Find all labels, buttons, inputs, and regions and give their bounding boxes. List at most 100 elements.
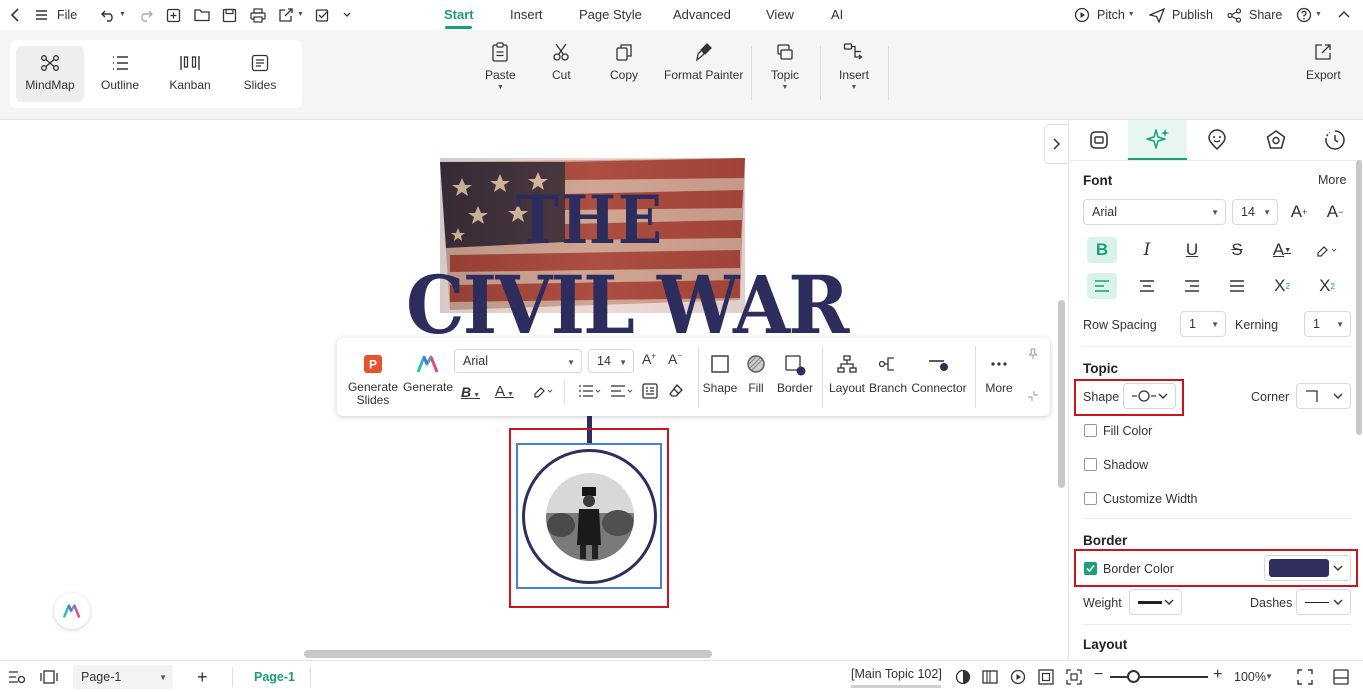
shape-select[interactable] [1123,383,1176,409]
clear-format-icon[interactable] [668,383,684,399]
font-family-select[interactable]: Arial ▼ [1083,199,1226,225]
theme-toggle-icon[interactable] [955,669,971,685]
panel-scrollbar[interactable] [1356,160,1362,435]
font-more-link[interactable]: More [1318,173,1346,187]
export-quick-button[interactable]: ▼ [278,5,304,25]
present-icon[interactable] [1010,669,1026,685]
border-color-checkbox[interactable] [1084,562,1097,575]
tab-insert[interactable]: Insert [510,7,543,22]
zoom-in-icon[interactable]: + [1213,666,1222,684]
zoom-slider-thumb[interactable] [1127,670,1140,683]
fit-page-icon[interactable] [1038,669,1054,685]
fullscreen-icon[interactable] [1297,669,1313,685]
redo-button[interactable] [138,5,154,25]
pin-icon[interactable] [1027,348,1039,360]
mindmap-canvas[interactable]: THE CIVIL WAR P Generate Slides Generate… [0,120,1068,660]
collapse-panel-button[interactable] [1044,124,1068,164]
task-button[interactable] [315,5,330,25]
strikethrough-icon[interactable]: S [1222,237,1252,263]
increase-font-size-icon[interactable]: A + [1284,199,1314,225]
ai-assistant-button[interactable] [54,593,90,629]
tab-start[interactable]: Start [444,7,474,22]
weight-select[interactable] [1129,589,1182,615]
align-icon[interactable] [610,384,634,398]
row-spacing-select[interactable]: 1 ▼ [1180,311,1226,337]
subscript-icon[interactable]: X2 [1312,273,1342,299]
view-slides[interactable]: Slides [226,46,294,102]
decrease-font-icon[interactable]: A− [668,351,682,367]
format-painter-button[interactable]: Format Painter [664,42,743,82]
corner-select[interactable] [1296,383,1351,409]
fill-button[interactable]: Fill [740,354,772,395]
pitch-button[interactable]: Pitch ▼ [1074,5,1135,25]
tab-view[interactable]: View [766,7,794,22]
font-color-icon[interactable]: A ▼ [1267,237,1297,263]
branch-button[interactable]: Branch [869,354,907,395]
page-panel-icon[interactable] [40,669,58,685]
topic-button[interactable]: Topic ▼ [771,42,799,91]
bold-icon[interactable]: B ▼ [461,384,480,400]
zoom-dropdown-icon[interactable]: ▼ [1265,672,1273,681]
tab-advanced[interactable]: Advanced [673,7,731,22]
font-size-select[interactable]: 14 ▼ [1232,199,1278,225]
kerning-select[interactable]: 1 ▼ [1304,311,1351,337]
civil-war-banner-image[interactable]: THE CIVIL WAR [390,150,849,352]
book-view-icon[interactable] [982,669,998,685]
bold-toggle-icon[interactable]: B [1087,237,1117,263]
more-quick-button[interactable] [342,5,352,25]
dashes-select[interactable] [1296,589,1351,615]
collapse-ribbon-button[interactable] [1337,5,1351,25]
text-box-icon[interactable] [642,383,658,399]
border-button[interactable]: Border [774,354,816,395]
zoom-level[interactable]: 100% [1234,670,1266,684]
border-color-picker[interactable] [1264,555,1351,581]
share-button[interactable]: Share [1227,5,1282,25]
publish-button[interactable]: Publish [1149,5,1213,25]
page-tab-1[interactable]: Page-1 [254,670,295,684]
new-button[interactable] [166,5,181,25]
more-button[interactable]: More [981,354,1017,395]
customize-width-checkbox[interactable] [1084,492,1097,505]
highlight-icon[interactable] [532,384,554,398]
justify-icon[interactable] [1222,273,1252,299]
fit-screen-icon[interactable] [1066,669,1082,685]
decrease-font-size-icon[interactable]: A − [1320,199,1350,225]
tab-style[interactable] [1069,120,1128,160]
toolbar-font-select[interactable]: Arial ▼ [454,349,582,373]
tab-marks[interactable] [1187,120,1246,160]
shape-button[interactable]: Shape [701,354,739,395]
toggle-panel-icon[interactable] [1333,669,1349,685]
add-page-icon[interactable]: + [197,667,208,688]
align-center-icon[interactable] [1132,273,1162,299]
open-button[interactable] [194,5,210,25]
tab-page-style[interactable]: Page Style [579,7,642,22]
shadow-checkbox[interactable] [1084,458,1097,471]
insert-button[interactable]: Insert ▼ [839,42,869,91]
text-color-icon[interactable]: A ▼ [495,383,514,400]
undo-button[interactable]: ▼ [100,5,126,25]
numbering-icon[interactable] [578,384,602,398]
horizontal-scrollbar[interactable] [304,650,712,658]
back-icon[interactable] [10,5,22,25]
save-button[interactable] [222,5,237,25]
copy-button[interactable]: Copy [610,42,638,82]
circle-topic-node[interactable] [522,449,657,584]
toolbar-font-size-select[interactable]: 14 ▼ [588,349,634,373]
layout-button[interactable]: Layout [827,354,867,395]
collapse-toolbar-icon[interactable] [1027,390,1039,402]
fill-color-checkbox[interactable] [1084,424,1097,437]
export-button[interactable]: Export [1306,42,1341,82]
paste-button[interactable]: Paste ▼ [485,42,516,91]
cut-button[interactable]: Cut [552,42,571,82]
file-menu-button[interactable]: File [35,5,77,25]
help-button[interactable]: ▼ [1296,5,1322,25]
generate-button[interactable]: Generate [403,354,453,394]
align-right-icon[interactable] [1177,273,1207,299]
tab-ai-format[interactable] [1128,120,1187,160]
zoom-slider-track[interactable] [1110,676,1208,678]
view-outline[interactable]: Outline [86,46,154,102]
page-settings-icon[interactable] [8,669,26,685]
increase-font-icon[interactable]: A+ [642,351,656,367]
align-left-icon[interactable] [1087,273,1117,299]
page-select[interactable]: Page-1 ▼ [73,665,173,689]
